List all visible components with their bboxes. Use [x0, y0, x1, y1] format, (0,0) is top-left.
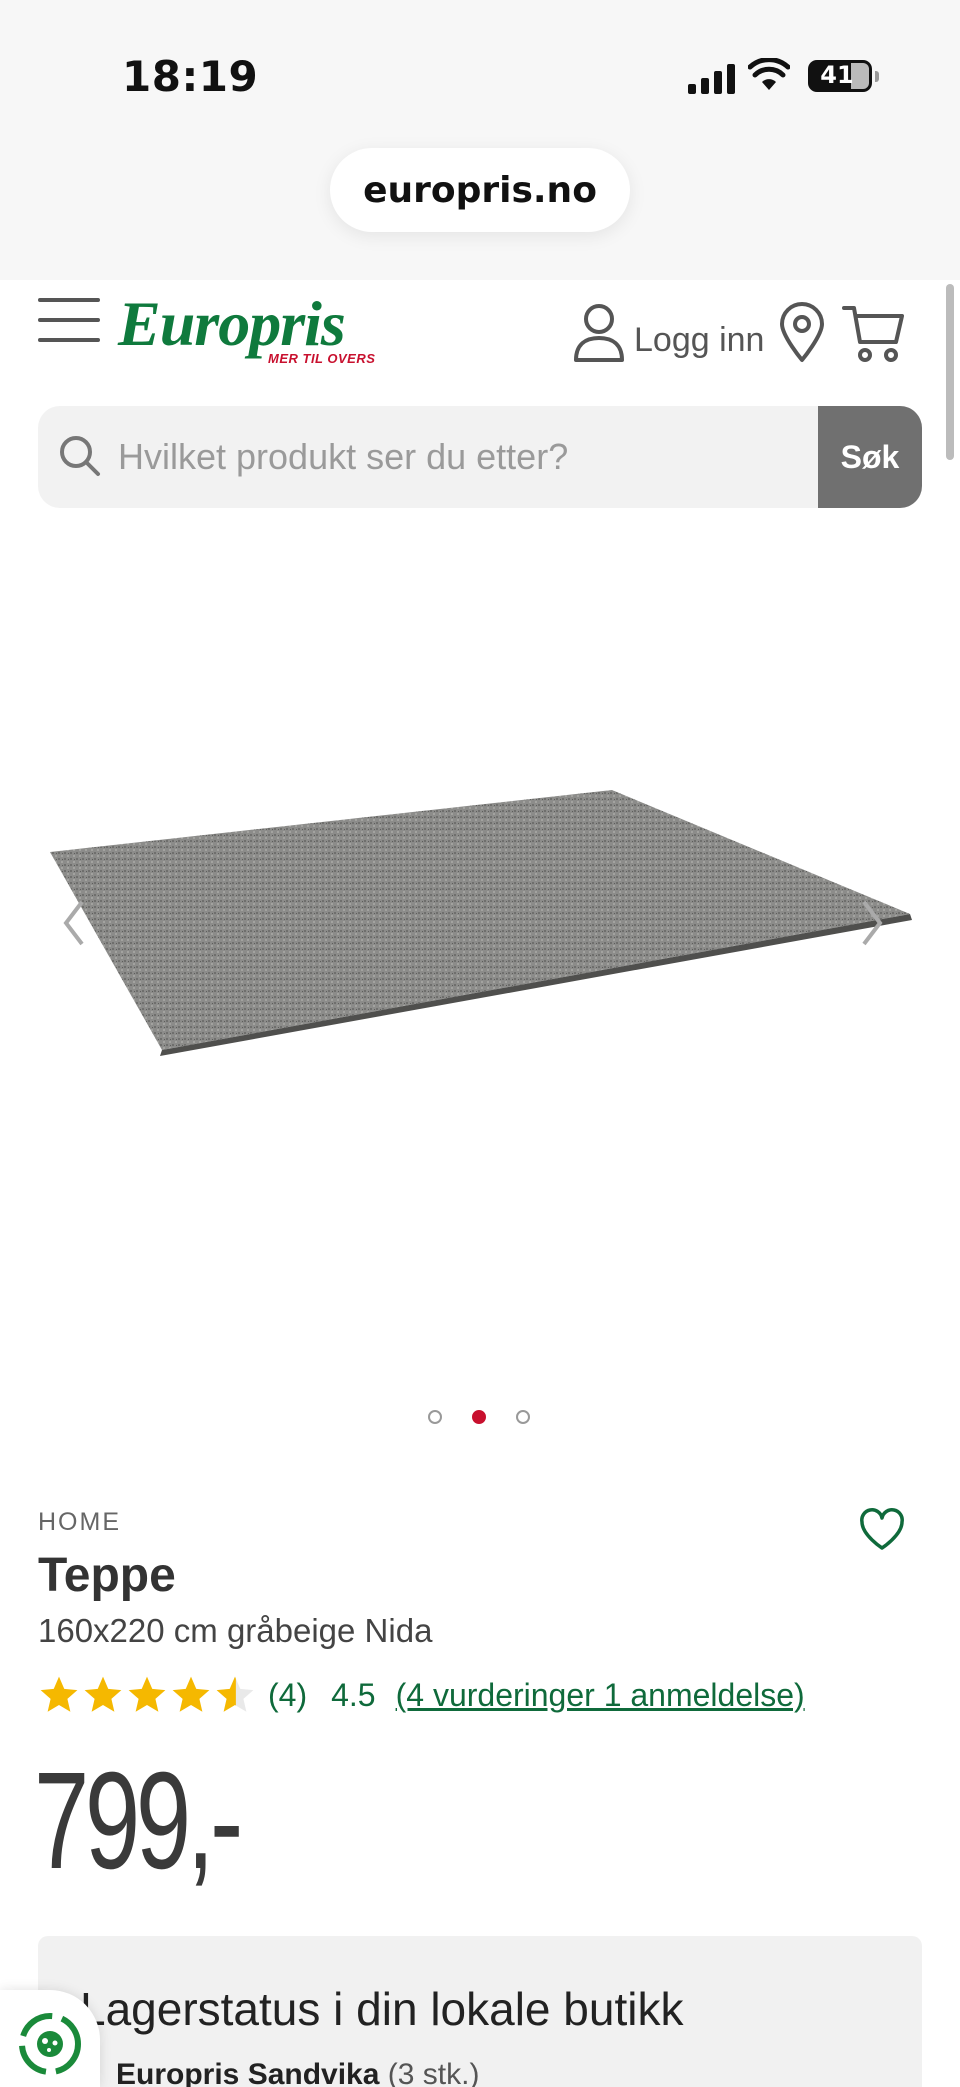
logo-tagline: MER TIL OVERS	[268, 351, 376, 366]
search-bar: Søk	[38, 406, 922, 508]
star-icon	[172, 1676, 210, 1712]
gallery-dot[interactable]	[428, 1410, 442, 1424]
product-title: Teppe	[38, 1549, 176, 1602]
page-scrollbar[interactable]	[946, 284, 954, 460]
star-icon	[128, 1676, 166, 1712]
user-icon	[574, 304, 624, 362]
search-icon	[60, 436, 100, 476]
url-bar[interactable]: europris.no	[330, 148, 630, 232]
product-subtitle: 160x220 cm gråbeige Nida	[38, 1612, 433, 1649]
cart-icon[interactable]	[842, 304, 906, 364]
battery-level: 41	[820, 61, 854, 89]
star-icon	[84, 1676, 122, 1712]
product-brand[interactable]: HOME	[38, 1508, 121, 1537]
recycle-icon	[19, 2013, 81, 2075]
logo-wordmark: Europris	[118, 288, 346, 359]
status-time: 18:19	[122, 52, 259, 101]
stock-store-qty: (3 stk.)	[387, 2058, 480, 2087]
product-price: 799,-	[34, 1744, 243, 1898]
star-icon	[40, 1676, 78, 1712]
battery-icon: 41	[808, 60, 879, 92]
rating-stars	[38, 1674, 256, 1716]
half-star-icon	[216, 1676, 254, 1712]
product-rating: (4) 4.5 (4 vurderinger 1 anmeldelse)	[38, 1672, 805, 1718]
product-image	[50, 790, 912, 1056]
gallery-next-icon[interactable]	[860, 898, 884, 948]
reviews-link[interactable]: (4 vurderinger 1 anmeldelse)	[396, 1677, 805, 1714]
stock-store-name: Europris Sandvika	[116, 2058, 380, 2087]
menu-icon[interactable]	[38, 298, 100, 342]
search-button[interactable]: Søk	[818, 406, 922, 508]
stock-store-line[interactable]: Europris Sandvika (3 stk.)	[116, 2058, 479, 2087]
rating-score: 4.5	[331, 1676, 376, 1713]
cellular-signal-icon	[688, 64, 735, 94]
wifi-icon	[748, 58, 790, 90]
gallery-prev-icon[interactable]	[62, 898, 86, 948]
gallery-pagination	[428, 1410, 530, 1424]
favorite-heart-icon[interactable]	[858, 1508, 906, 1552]
gallery-dot[interactable]	[516, 1410, 530, 1424]
europris-logo[interactable]: Europris MER TIL OVERS	[118, 288, 375, 367]
login-label: Logg inn	[634, 320, 765, 359]
eco-badge-button[interactable]	[0, 1990, 100, 2087]
search-input[interactable]	[118, 406, 838, 508]
gallery-dot-active[interactable]	[472, 1410, 486, 1424]
store-locator-icon[interactable]	[778, 302, 826, 364]
login-button[interactable]: Logg inn	[572, 302, 764, 364]
stock-status-title: Lagerstatus i din lokale butikk	[80, 1983, 684, 2035]
rating-count: (4)	[268, 1676, 308, 1713]
